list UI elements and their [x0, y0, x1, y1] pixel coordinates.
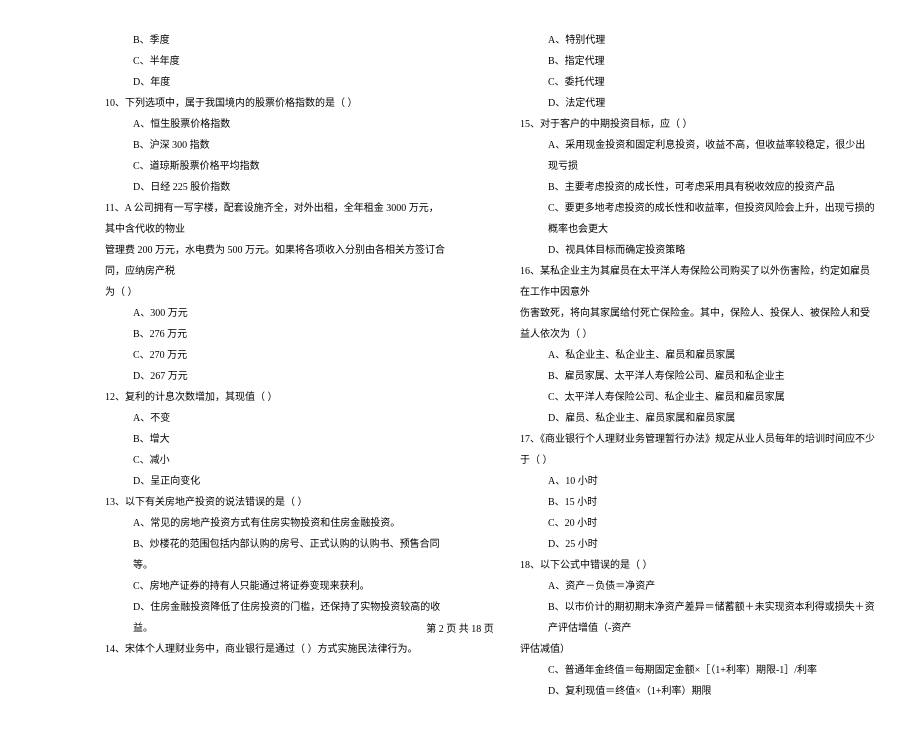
q12-option-b: B、增大 [105, 429, 445, 450]
q14-option-a: A、特别代理 [520, 30, 875, 51]
q12-option-a: A、不变 [105, 408, 445, 429]
q18-option-c: C、普通年金终值＝每期固定金额×［（1+利率）期限-1］/利率 [520, 660, 875, 681]
q11-option-d: D、267 万元 [105, 366, 445, 387]
q11-cont2: 为（ ） [105, 282, 445, 303]
q12-option-c: C、减小 [105, 450, 445, 471]
q18-option-a: A、资产－负债＝净资产 [520, 576, 875, 597]
q9-option-d: D、年度 [105, 72, 445, 93]
q17-option-a: A、10 小时 [520, 471, 875, 492]
q17-option-b: B、15 小时 [520, 492, 875, 513]
q14-option-b: B、指定代理 [520, 51, 875, 72]
q16-option-c: C、太平洋人寿保险公司、私企业主、雇员和雇员家属 [520, 387, 875, 408]
q16-cont1: 伤害致死，将向其家属给付死亡保险金。其中，保险人、投保人、被保险人和受益人依次为… [520, 303, 875, 345]
q16-option-b: B、雇员家属、太平洋人寿保险公司、雇员和私企业主 [520, 366, 875, 387]
page-footer: 第 2 页 共 18 页 [0, 620, 920, 635]
q18-option-d: D、复利现值＝终值×（1+利率）期限 [520, 681, 875, 702]
q18-text: 18、以下公式中错误的是（ ） [520, 555, 875, 576]
q10-text: 10、下列选项中，属于我国境内的股票价格指数的是（ ） [105, 93, 445, 114]
q14-option-c: C、委托代理 [520, 72, 875, 93]
q9-option-b: B、季度 [105, 30, 445, 51]
q10-option-b: B、沪深 300 指数 [105, 135, 445, 156]
q15-option-d: D、视具体目标而确定投资策略 [520, 240, 875, 261]
q17-option-d: D、25 小时 [520, 534, 875, 555]
q10-option-c: C、道琼斯股票价格平均指数 [105, 156, 445, 177]
q13-option-a: A、常见的房地产投资方式有住房实物投资和住房金融投资。 [105, 513, 445, 534]
q16-text: 16、某私企业主为其雇员在太平洋人寿保险公司购买了以外伤害险，约定如雇员在工作中… [520, 261, 875, 303]
right-column: A、特别代理 B、指定代理 C、委托代理 D、法定代理 15、对于客户的中期投资… [520, 30, 875, 702]
q17-option-c: C、20 小时 [520, 513, 875, 534]
q14-option-d: D、法定代理 [520, 93, 875, 114]
q15-text: 15、对于客户的中期投资目标，应（ ） [520, 114, 875, 135]
q15-option-b: B、主要考虑投资的成长性，可考虑采用具有税收效应的投资产品 [520, 177, 875, 198]
left-column: B、季度 C、半年度 D、年度 10、下列选项中，属于我国境内的股票价格指数的是… [105, 30, 445, 702]
q11-option-a: A、300 万元 [105, 303, 445, 324]
q13-text: 13、以下有关房地产投资的说法错误的是（ ） [105, 492, 445, 513]
q11-cont1: 管理费 200 万元，水电费为 500 万元。如果将各项收入分别由各相关方签订合… [105, 240, 445, 282]
q15-option-a: A、采用现金投资和固定利息投资，收益不高，但收益率较稳定，很少出现亏损 [520, 135, 875, 177]
q13-option-c: C、房地产证券的持有人只能通过将证券变现来获利。 [105, 576, 445, 597]
q12-option-d: D、呈正向变化 [105, 471, 445, 492]
q17-text: 17、《商业银行个人理财业务管理暂行办法》规定从业人员每年的培训时间应不少于（ … [520, 429, 875, 471]
q11-option-b: B、276 万元 [105, 324, 445, 345]
q10-option-d: D、日经 225 股价指数 [105, 177, 445, 198]
q9-option-c: C、半年度 [105, 51, 445, 72]
q12-text: 12、复利的计息次数增加，其现值（ ） [105, 387, 445, 408]
q16-option-d: D、雇员、私企业主、雇员家属和雇员家属 [520, 408, 875, 429]
q13-option-b: B、炒楼花的范围包括内部认购的房号、正式认购的认购书、预售合同等。 [105, 534, 445, 576]
q15-option-c: C、要更多地考虑投资的成长性和收益率，但投资风险会上升，出现亏损的概率也会更大 [520, 198, 875, 240]
q10-option-a: A、恒生股票价格指数 [105, 114, 445, 135]
q16-option-a: A、私企业主、私企业主、雇员和雇员家属 [520, 345, 875, 366]
q11-text: 11、A 公司拥有一写字楼，配套设施齐全，对外出租，全年租金 3000 万元，其… [105, 198, 445, 240]
q11-option-c: C、270 万元 [105, 345, 445, 366]
